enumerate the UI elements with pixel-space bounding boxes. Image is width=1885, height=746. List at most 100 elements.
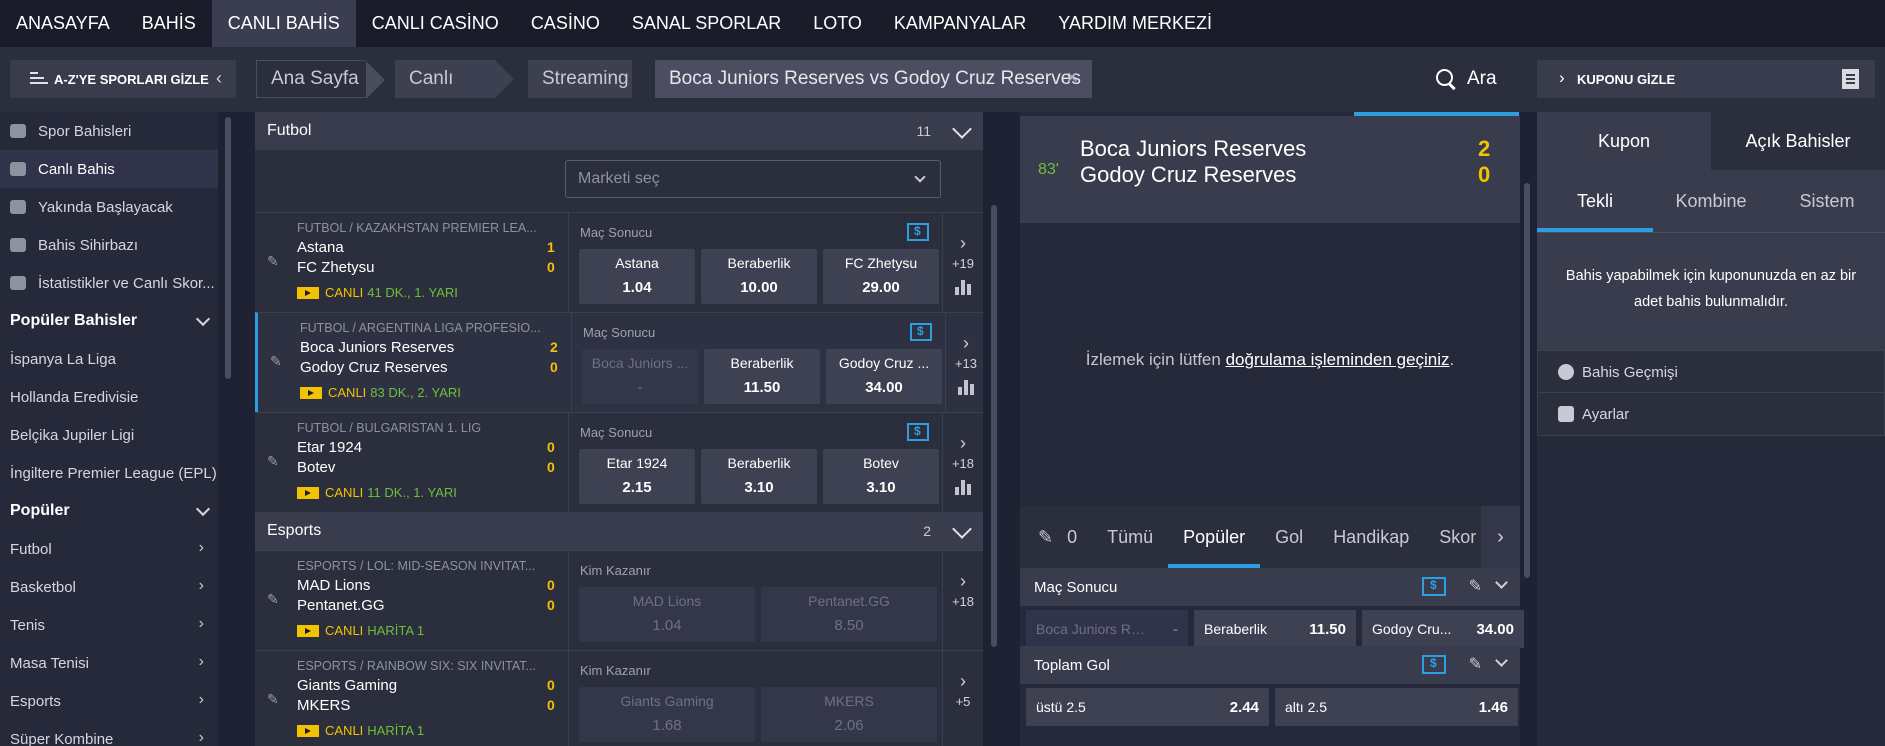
sidebar-item[interactable]: Masa Tenisi › xyxy=(0,644,218,682)
nav-item[interactable]: ANASAYFA xyxy=(0,0,126,47)
pin-icon[interactable]: ✎ xyxy=(267,691,281,707)
sidebar-item[interactable]: Süper Kombine › xyxy=(0,720,218,746)
stats-icon[interactable] xyxy=(910,323,932,341)
coupon-subtab[interactable]: Kombine xyxy=(1653,170,1769,232)
event-teams[interactable]: ESPORTS / LOL: MID-SEASON INVITAT... MAD … xyxy=(297,559,557,638)
coupon-tab[interactable]: Açık Bahisler xyxy=(1711,112,1885,170)
nav-item[interactable]: CASİNO xyxy=(515,0,616,47)
odd-button[interactable]: Botev 3.10 xyxy=(823,449,939,504)
stats-bars-icon[interactable] xyxy=(958,379,974,395)
stats-icon[interactable] xyxy=(1422,577,1446,596)
pin-icon[interactable]: ✎ xyxy=(267,453,281,469)
odd-button[interactable]: altı 2.5 1.46 xyxy=(1275,688,1518,726)
sidebar-scrollbar[interactable] xyxy=(225,117,231,379)
sidebar-item[interactable]: Basketbol › xyxy=(0,568,218,606)
market-header[interactable]: Toplam Gol ✎ xyxy=(1020,646,1520,684)
sidebar-item[interactable]: İngiltere Premier League (EPL) xyxy=(0,454,218,492)
hide-coupon-button[interactable]: › KUPONU GİZLE xyxy=(1537,60,1875,98)
odd-button[interactable]: Godoy Cru... 34.00 xyxy=(1362,610,1524,648)
chevron-down-icon[interactable] xyxy=(1495,654,1508,667)
settings-link[interactable]: Ayarlar xyxy=(1537,392,1885,436)
more-markets-button[interactable]: › +18 xyxy=(942,551,983,650)
section-header[interactable]: Esports 2 xyxy=(255,512,983,550)
stats-icon[interactable] xyxy=(907,223,929,241)
sidebar-item[interactable]: İspanya La Liga xyxy=(0,340,218,378)
odd-button[interactable]: üstü 2.5 2.44 xyxy=(1026,688,1269,726)
chevron-down-icon[interactable] xyxy=(195,501,211,517)
stats-icon[interactable] xyxy=(1422,655,1446,674)
chevron-right-icon[interactable]: › xyxy=(1481,506,1520,568)
bet-history-link[interactable]: Bahis Geçmişi xyxy=(1537,350,1885,394)
market-tab[interactable]: Tümü xyxy=(1092,506,1168,568)
verification-link[interactable]: doğrulama işleminden geçiniz xyxy=(1226,350,1450,369)
sidebar-item[interactable]: Canlı Bahis xyxy=(0,150,218,188)
odd-button[interactable]: Godoy Cruz ... 34.00 xyxy=(826,349,942,404)
event-teams[interactable]: FUTBOL / BULGARISTAN 1. LIG Etar 1924 0 Bot… xyxy=(297,421,557,500)
chevron-down-icon[interactable] xyxy=(952,119,972,139)
sidebar-item[interactable]: Hollanda Eredivisie xyxy=(0,378,218,416)
sidebar-item[interactable]: Belçika Jupiler Ligi xyxy=(0,416,218,454)
search-button[interactable]: Ara xyxy=(1435,60,1497,98)
sidebar-item[interactable]: Tenis › xyxy=(0,606,218,644)
match-scrollbar[interactable] xyxy=(1524,183,1530,578)
odd-button[interactable]: Beraberlik 10.00 xyxy=(701,249,817,304)
team-name: MKERS 0 xyxy=(297,697,557,717)
more-markets-button[interactable]: › +13 xyxy=(945,313,983,412)
nav-item[interactable]: CANLI CASİNO xyxy=(356,0,515,47)
odd-button[interactable]: Beraberlik 11.50 xyxy=(704,349,820,404)
event-teams[interactable]: ESPORTS / RAINBOW SIX: SIX INVITAT... Gia… xyxy=(297,659,557,738)
section-header[interactable]: Futbol 11 xyxy=(255,112,983,150)
odd-button[interactable]: Etar 1924 2.15 xyxy=(579,449,695,504)
chevron-down-icon[interactable] xyxy=(1495,576,1508,589)
sidebar-item[interactable]: İstatistikler ve Canlı Skor... xyxy=(0,264,218,302)
breadcrumb-live[interactable]: Canlı xyxy=(395,60,514,98)
sidebar-item[interactable]: Esports › xyxy=(0,682,218,720)
hide-sports-button[interactable]: A-Z'YE SPORLARI GİZLE ‹ xyxy=(10,60,236,98)
odd-button[interactable]: FC Zhetysu 29.00 xyxy=(823,249,939,304)
pin-icon[interactable]: ✎ xyxy=(1469,654,1482,674)
more-markets-button[interactable]: › +19 xyxy=(942,213,983,312)
pin-icon[interactable]: ✎ xyxy=(267,253,281,269)
pin-icon[interactable]: ✎ xyxy=(267,591,281,607)
market-header[interactable]: Maç Sonucu ✎ xyxy=(1020,568,1520,606)
close-icon[interactable]: × xyxy=(1066,67,1078,90)
odd-button[interactable]: Beraberlik 11.50 xyxy=(1194,610,1356,648)
chevron-down-icon[interactable] xyxy=(952,519,972,539)
breadcrumb-home[interactable]: Ana Sayfa xyxy=(256,60,385,99)
pin-icon[interactable]: ✎ xyxy=(270,353,284,369)
odd-button[interactable]: Beraberlik 3.10 xyxy=(701,449,817,504)
tab-pinned[interactable]: ✎ 0 xyxy=(1020,506,1092,568)
breadcrumb-streaming[interactable]: Streaming xyxy=(528,60,632,98)
market-tab[interactable]: Handikap xyxy=(1318,506,1424,568)
stats-bars-icon[interactable] xyxy=(955,279,971,295)
odd-button[interactable]: Astana 1.04 xyxy=(579,249,695,304)
nav-item[interactable]: BAHİS xyxy=(126,0,212,47)
nav-item[interactable]: KAMPANYALAR xyxy=(878,0,1042,47)
sidebar-item[interactable]: Futbol › xyxy=(0,530,218,568)
events-scrollbar[interactable] xyxy=(991,205,997,647)
nav-item[interactable]: CANLI BAHİS xyxy=(211,0,356,47)
coupon-tab[interactable]: Kupon xyxy=(1537,112,1711,170)
stats-icon[interactable] xyxy=(907,423,929,441)
pin-icon[interactable]: ✎ xyxy=(1469,576,1482,596)
market-tab[interactable]: Gol xyxy=(1260,506,1318,568)
market-tab[interactable]: Popüler xyxy=(1168,506,1261,568)
coupon-subtab[interactable]: Tekli xyxy=(1537,170,1653,232)
more-markets-button[interactable]: › +5 xyxy=(942,651,983,746)
sidebar-item[interactable]: Yakında Başlayacak xyxy=(0,188,218,226)
nav-item[interactable]: LOTO xyxy=(797,0,878,47)
coupon-subtab[interactable]: Sistem xyxy=(1769,170,1885,232)
stats-bars-icon[interactable] xyxy=(955,479,971,495)
event-teams[interactable]: FUTBOL / KAZAKHSTAN PREMIER LEA... Astana… xyxy=(297,221,557,300)
more-markets-button[interactable]: › +18 xyxy=(942,413,983,512)
sidebar-item[interactable]: Bahis Sihirbazı xyxy=(0,226,218,264)
chevron-down-icon[interactable] xyxy=(195,311,211,327)
divider xyxy=(568,551,569,650)
nav-item[interactable]: YARDIM MERKEZİ xyxy=(1042,0,1228,47)
breadcrumb-match[interactable]: Boca Juniors Reserves vs Godoy Cruz Rese… xyxy=(655,60,1092,98)
sidebar-item[interactable]: Spor Bahisleri xyxy=(0,112,218,150)
sidebar-item-label: Süper Kombine xyxy=(10,730,114,746)
market-select[interactable]: Marketi seç xyxy=(565,160,941,198)
nav-item[interactable]: SANAL SPORLAR xyxy=(616,0,797,47)
event-teams[interactable]: FUTBOL / ARGENTINA LIGA PROFESIO... Boca … xyxy=(300,321,560,400)
